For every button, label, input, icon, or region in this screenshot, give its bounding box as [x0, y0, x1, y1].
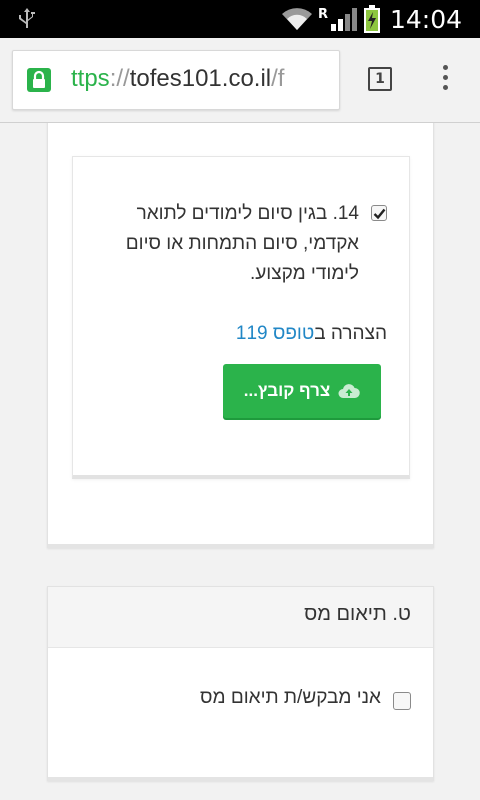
- tax-coordination-row: אני מבקש/ת תיאום מס: [200, 687, 411, 710]
- tax-coordination-checkbox[interactable]: [393, 692, 411, 710]
- wifi-icon: [281, 8, 312, 30]
- page-content: 14. בגין סיום לימודים לתואר אקדמי, סיום …: [0, 123, 480, 800]
- signal-icon: [330, 8, 357, 31]
- tabs-icon[interactable]: 1: [368, 67, 392, 91]
- battery-charging-icon: [363, 5, 380, 33]
- item-14-row: 14. בגין סיום לימודים לתואר אקדמי, סיום …: [97, 199, 387, 289]
- item-14-label: 14. בגין סיום לימודים לתואר אקדמי, סיום …: [125, 203, 359, 284]
- declaration-text: הצהרה בטופס 119: [236, 323, 387, 345]
- tax-coordination-title: ט. תיאום מס: [304, 603, 411, 625]
- address-bar[interactable]: ttps://tofes101.co.il/f: [12, 50, 340, 110]
- tax-coordination-panel: ט. תיאום מס אני מבקש/ת תיאום מס: [47, 586, 434, 781]
- roaming-indicator: R: [317, 6, 328, 22]
- url-scheme: ttps: [71, 65, 110, 92]
- attach-file-button[interactable]: צרף קובץ...: [223, 364, 381, 418]
- attach-file-label: צרף קובץ...: [243, 381, 331, 400]
- url-host: tofes101.co.il: [129, 65, 272, 92]
- usb-icon: [19, 8, 35, 28]
- status-bar: R 14:04: [0, 0, 480, 38]
- menu-icon[interactable]: [440, 65, 450, 95]
- url-separator: ://: [109, 65, 130, 92]
- form-119-link[interactable]: טופס 119: [236, 323, 314, 344]
- url-text[interactable]: ttps://tofes101.co.il/f: [71, 65, 284, 93]
- browser-toolbar: ttps://tofes101.co.il/f 1: [0, 38, 480, 123]
- item-14-checkbox[interactable]: [371, 205, 387, 221]
- url-path: /f: [271, 65, 285, 92]
- lock-icon[interactable]: [27, 68, 51, 92]
- tax-coordination-header: ט. תיאום מס: [48, 587, 433, 648]
- clock: 14:04: [389, 4, 462, 34]
- section-s-panel: 14. בגין סיום לימודים לתואר אקדמי, סיום …: [47, 123, 434, 548]
- checkmark-icon: [373, 208, 386, 220]
- tax-coordination-label: אני מבקש/ת תיאום מס: [200, 687, 381, 708]
- cloud-upload-icon: [338, 384, 361, 398]
- item-14-card: 14. בגין סיום לימודים לתואר אקדמי, סיום …: [72, 156, 410, 479]
- declaration-prefix: הצהרה ב: [314, 323, 387, 344]
